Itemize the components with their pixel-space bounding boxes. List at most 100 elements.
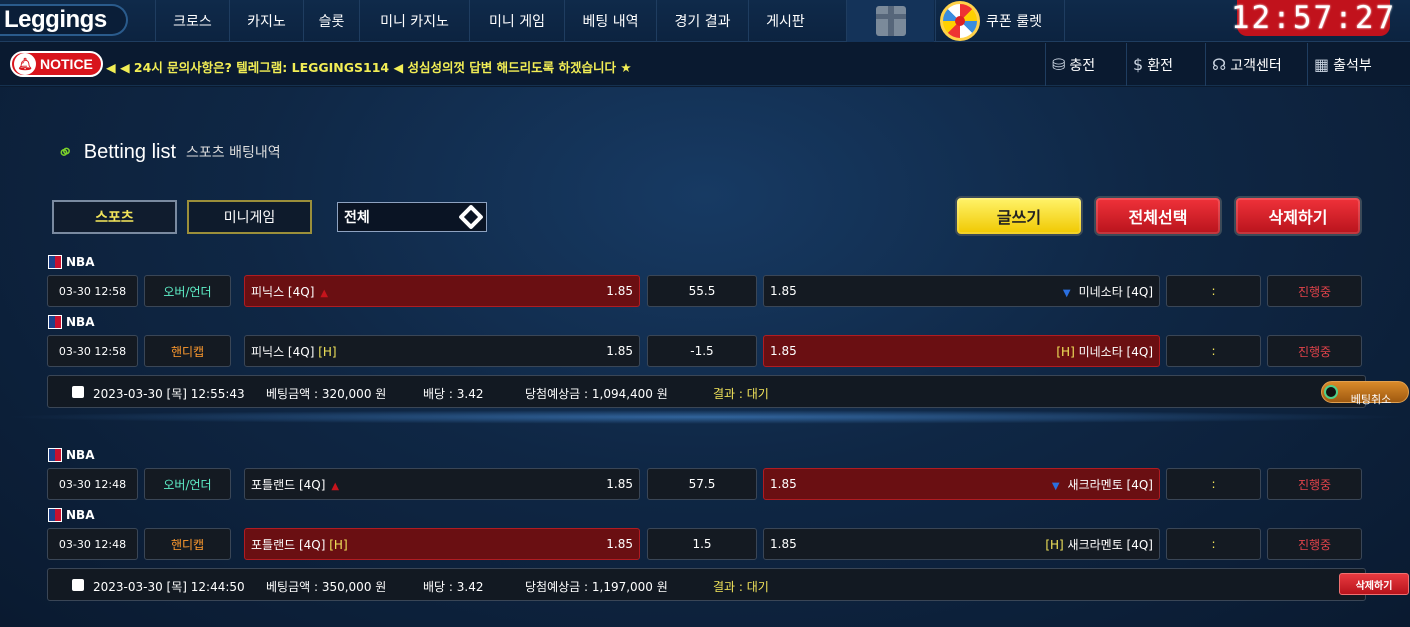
home-team-name: 포틀랜드 [4Q] bbox=[251, 477, 326, 492]
up-arrow-icon: ▲ bbox=[320, 287, 329, 299]
home-team-name: 피닉스 [4Q] bbox=[251, 284, 315, 299]
nav-item[interactable]: 카지노 bbox=[229, 0, 303, 42]
quick-link[interactable]: ☊ 고객센터 bbox=[1205, 43, 1288, 86]
write-button[interactable]: 글쓰기 bbox=[955, 196, 1083, 236]
section-divider bbox=[0, 410, 1410, 424]
away-odds: 1.85 bbox=[770, 477, 797, 491]
line-text: 1.5 bbox=[692, 537, 712, 551]
status-text: 진행중 bbox=[1297, 344, 1332, 359]
down-arrow-icon: ▼ bbox=[1062, 287, 1071, 299]
home-pick[interactable]: 피닉스 [4Q] [H] 1.85 bbox=[244, 335, 640, 367]
quick-link[interactable]: ▦ 출석부 bbox=[1307, 43, 1378, 86]
away-odds: 1.85 bbox=[770, 344, 797, 358]
home-team: 피닉스 [4Q] ▲ bbox=[251, 283, 328, 300]
bet-checkbox[interactable] bbox=[72, 386, 84, 398]
bet-type: 오버/언더 bbox=[144, 468, 231, 500]
away-pick[interactable]: 1.85 ▼ 미네소타 [4Q] bbox=[763, 275, 1160, 307]
bet-time: 03-30 12:58 bbox=[47, 275, 138, 307]
bet-type-text: 핸디캡 bbox=[170, 344, 205, 359]
select-arrow-icon bbox=[458, 204, 484, 230]
home-team: 포틀랜드 [4Q] [H] bbox=[251, 536, 348, 553]
home-pick[interactable]: 포틀랜드 [4Q] [H] 1.85 bbox=[244, 528, 640, 560]
away-team-name: 미네소타 [4Q] bbox=[1078, 344, 1153, 359]
coins-icon: ⛁ bbox=[1052, 55, 1066, 74]
delete-button[interactable]: 삭제하기 bbox=[1234, 196, 1362, 236]
status-text: 진행중 bbox=[1297, 477, 1332, 492]
bet-result: 결과 : 대기 bbox=[713, 580, 769, 594]
nav-item[interactable]: 크로스 bbox=[155, 0, 229, 42]
handicap-tag: [H] bbox=[318, 344, 337, 359]
handicap-tag: [H] bbox=[1056, 344, 1075, 359]
bet-result: 결과 : 대기 bbox=[713, 387, 769, 401]
bet-summary: 2023-03-30 [목] 12:44:50 베팅금액 : 350,000 원 배… bbox=[47, 568, 1409, 601]
quick-link-label: 출석부 bbox=[1333, 57, 1372, 74]
league-label: NBA bbox=[48, 315, 94, 329]
league-name: NBA bbox=[66, 255, 95, 269]
tab-mini-game[interactable]: 미니게임 bbox=[187, 200, 312, 234]
bet-date: 2023-03-30 [목] 12:55:43 bbox=[93, 387, 245, 401]
away-team: [H] 미네소타 [4Q] bbox=[1056, 343, 1153, 360]
nav-item[interactable]: 베팅 내역 bbox=[564, 0, 656, 42]
gift-button[interactable] bbox=[846, 0, 934, 42]
site-logo[interactable]: Leggings bbox=[0, 4, 128, 36]
home-odds: 1.85 bbox=[606, 537, 633, 551]
status-badge: 진행중 bbox=[1267, 275, 1362, 307]
filter-select[interactable]: 전체 bbox=[337, 202, 487, 232]
nba-logo-icon bbox=[48, 255, 62, 269]
quick-link[interactable]: $ 환전 bbox=[1126, 43, 1179, 86]
bell-icon: 🔔︎ bbox=[14, 53, 36, 75]
score: : bbox=[1166, 275, 1261, 307]
bet-checkbox[interactable] bbox=[72, 579, 84, 591]
nav-item[interactable]: 게시판 bbox=[748, 0, 822, 42]
bet-summary: 2023-03-30 [목] 12:55:43 베팅금액 : 320,000 원 배… bbox=[47, 375, 1409, 408]
home-team-name: 피닉스 [4Q] bbox=[251, 344, 315, 359]
tab-sports[interactable]: 스포츠 bbox=[52, 200, 177, 234]
bet-date: 2023-03-30 [목] 12:44:50 bbox=[93, 580, 245, 594]
nav-item[interactable]: 슬롯 bbox=[303, 0, 359, 42]
away-team: ▼ 미네소타 [4Q] bbox=[1063, 283, 1153, 300]
away-pick[interactable]: 1.85 [H] 미네소타 [4Q] bbox=[763, 335, 1160, 367]
notice-bar: 🔔︎ NOTICE ◀ ◀ 24시 문의사항은? 텔레그램: LEGGINGS1… bbox=[0, 43, 1410, 86]
page-subtitle: 스포츠 배팅내역 bbox=[186, 145, 281, 161]
status-badge: 진행중 bbox=[1267, 335, 1362, 367]
up-arrow-icon: ▲ bbox=[331, 480, 340, 492]
score-text: : bbox=[1211, 477, 1216, 491]
headset-icon: ☊ bbox=[1212, 55, 1227, 74]
select-all-button[interactable]: 전체선택 bbox=[1094, 196, 1222, 236]
line-value: 1.5 bbox=[647, 528, 757, 560]
notice-label: NOTICE bbox=[40, 56, 93, 72]
money-hand-icon: $ bbox=[1133, 55, 1144, 74]
away-pick[interactable]: 1.85 [H] 새크라멘토 [4Q] bbox=[763, 528, 1160, 560]
delete-bet-button[interactable]: 삭제하기 bbox=[1339, 573, 1409, 595]
quick-link-label: 환전 bbox=[1147, 57, 1173, 74]
line-text: 57.5 bbox=[688, 477, 716, 491]
digital-clock: 12:57:27 bbox=[1230, 0, 1397, 36]
away-team-name: 새크라멘토 [4Q] bbox=[1067, 537, 1153, 552]
status-badge: 진행중 bbox=[1267, 528, 1362, 560]
toggle-dot-icon bbox=[1324, 385, 1338, 399]
home-pick[interactable]: 피닉스 [4Q] ▲ 1.85 bbox=[244, 275, 640, 307]
home-team: 포틀랜드 [4Q] ▲ bbox=[251, 476, 339, 493]
nav-item[interactable]: 미니 카지노 bbox=[359, 0, 469, 42]
bet-time-text: 03-30 12:58 bbox=[58, 284, 127, 298]
line-value: -1.5 bbox=[647, 335, 757, 367]
away-pick[interactable]: 1.85 ▼ 새크라멘토 [4Q] bbox=[763, 468, 1160, 500]
bet-type-text: 오버/언더 bbox=[163, 477, 212, 492]
bet-amount: 베팅금액 : 320,000 원 bbox=[266, 387, 387, 401]
home-team-name: 포틀랜드 [4Q] bbox=[251, 537, 326, 552]
league-label: NBA bbox=[48, 508, 94, 522]
calendar-icon: ▦ bbox=[1314, 55, 1330, 74]
nav-item[interactable]: 경기 결과 bbox=[656, 0, 748, 42]
quick-link-label: 고객센터 bbox=[1230, 57, 1282, 74]
nav-item[interactable]: 미니 게임 bbox=[469, 0, 564, 42]
cancel-bet-button[interactable]: 베팅취소 bbox=[1321, 381, 1409, 406]
filter-select-value: 전체 bbox=[344, 210, 370, 226]
quick-link[interactable]: ⛁ 충전 bbox=[1045, 43, 1101, 86]
home-pick[interactable]: 포틀랜드 [4Q] ▲ 1.85 bbox=[244, 468, 640, 500]
score: : bbox=[1166, 335, 1261, 367]
bet-type: 핸디캡 bbox=[144, 335, 231, 367]
score-text: : bbox=[1211, 537, 1216, 551]
away-odds: 1.85 bbox=[770, 537, 797, 551]
coupon-roulette-button[interactable]: 쿠폰 룰렛 bbox=[935, 0, 1065, 42]
nba-logo-icon bbox=[48, 448, 62, 462]
